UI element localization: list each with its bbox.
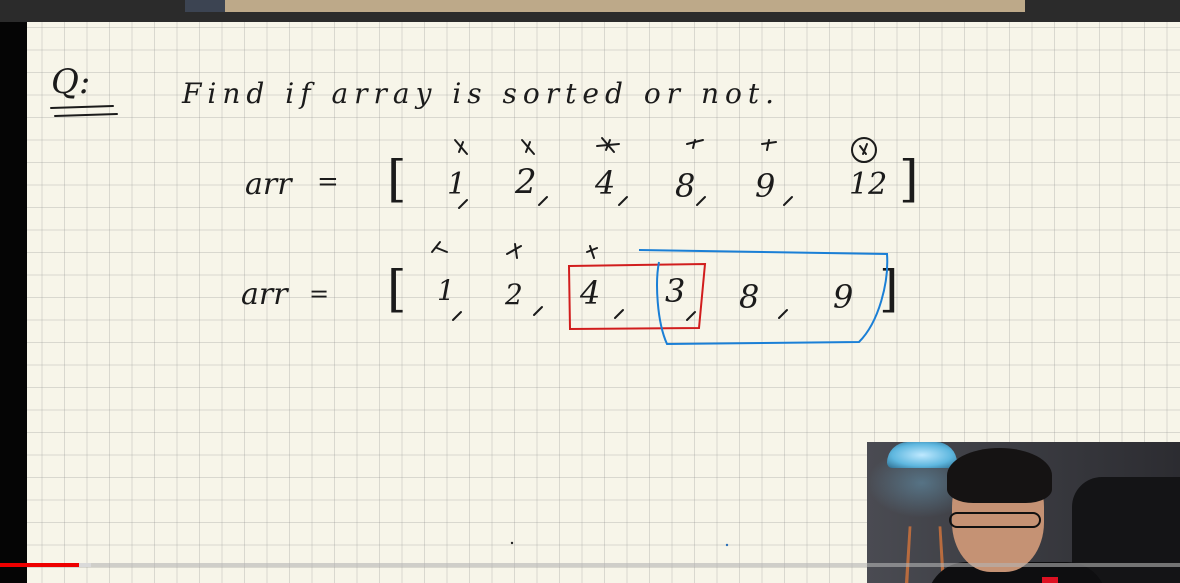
chrome-tab-dark bbox=[185, 0, 225, 12]
presenter-hair bbox=[947, 448, 1052, 503]
video-played-bar bbox=[0, 563, 80, 567]
presenter-video-icon bbox=[867, 442, 1180, 583]
chrome-tab-tan bbox=[225, 0, 1025, 12]
lamp-icon bbox=[887, 442, 957, 468]
left-border bbox=[0, 0, 27, 583]
glasses-icon bbox=[949, 512, 1041, 528]
top-chrome bbox=[0, 0, 1180, 22]
badge-icon bbox=[1042, 577, 1058, 583]
video-progress-bar[interactable] bbox=[0, 563, 1180, 567]
